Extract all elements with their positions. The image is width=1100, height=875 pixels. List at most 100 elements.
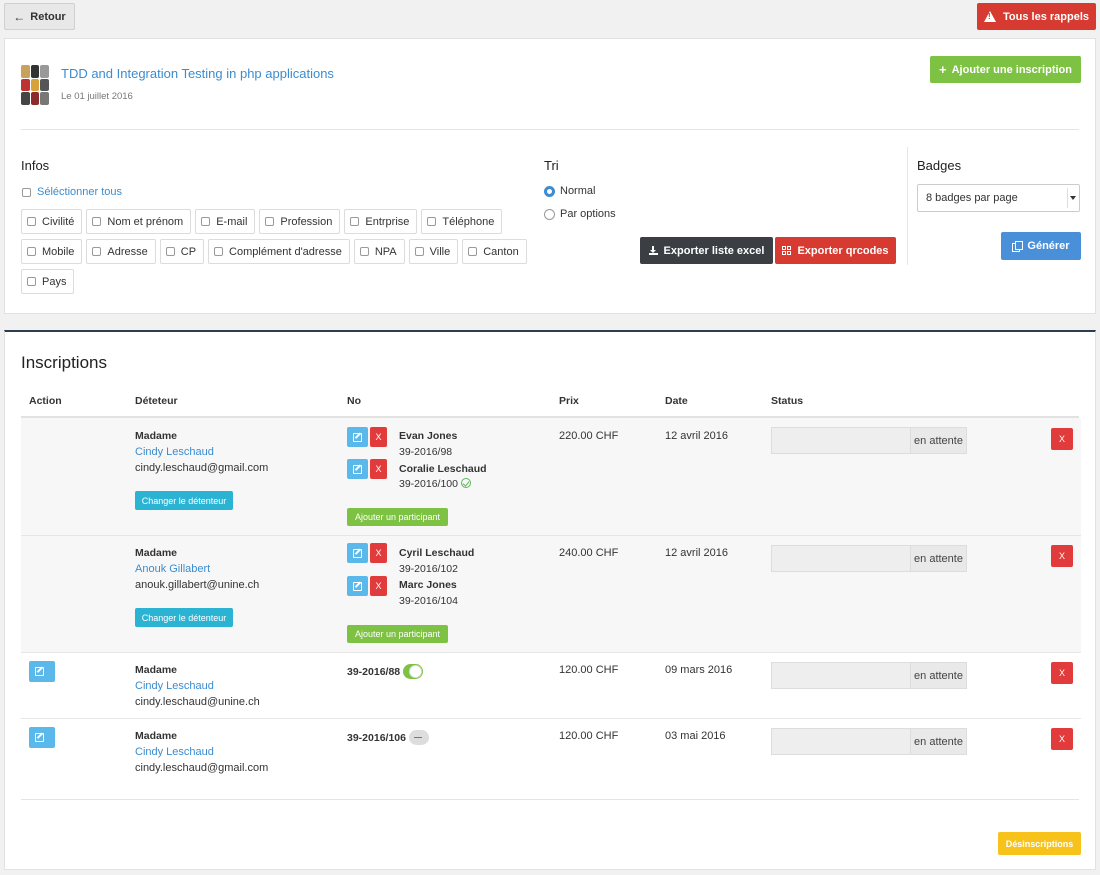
status-field[interactable]: en attente — [771, 662, 967, 689]
table-row: Madame Cindy Leschaud cindy.leschaud@gma… — [21, 719, 1081, 785]
inscription-number-wrap: 39-2016/106 — [347, 730, 429, 745]
sort-normal-radio[interactable]: Normal — [544, 185, 595, 197]
select-value: 8 badges par page — [926, 192, 1018, 204]
field-checkbox-telephone[interactable]: Téléphone — [421, 209, 503, 234]
table-row: Madame Anouk Gillabert anouk.gillabert@u… — [21, 536, 1081, 653]
add-participant-button[interactable]: Ajouter un participant — [347, 625, 448, 643]
field-label: Ville — [429, 245, 451, 258]
all-reminders-button[interactable]: Tous les rappels — [977, 3, 1096, 30]
field-label: Civilité — [42, 215, 75, 228]
payed-toggle[interactable] — [408, 730, 429, 745]
payed-toggle[interactable] — [403, 664, 424, 679]
participant-name: Cyril Leschaud — [399, 547, 475, 559]
delete-inscription-button[interactable]: X — [1051, 545, 1073, 567]
generate-badges-button[interactable]: Générer — [1001, 232, 1081, 260]
delete-participant-button[interactable]: X — [370, 427, 387, 447]
sort-options-radio[interactable]: Par options — [544, 208, 616, 220]
export-qrcodes-label: Exporter qrcodes — [797, 244, 889, 257]
status-input[interactable] — [771, 728, 910, 755]
delete-participant-button[interactable]: X — [370, 543, 387, 563]
status-field[interactable]: en attente — [771, 427, 967, 454]
select-all-checkbox[interactable]: Séléctionner tous — [22, 186, 122, 198]
field-label: Nom et prénom — [107, 215, 184, 228]
column-header-status: Status — [771, 395, 804, 407]
qrcode-icon — [782, 246, 792, 255]
badges-per-page-select[interactable]: 8 badges par page — [917, 184, 1080, 212]
checkbox-icon — [27, 247, 36, 256]
participant-name: Evan Jones — [399, 430, 458, 442]
holder-name-link[interactable]: Anouk Gillabert — [135, 563, 210, 575]
holder-name-link[interactable]: Cindy Leschaud — [135, 446, 214, 458]
field-checkbox-pays[interactable]: Pays — [21, 269, 75, 294]
radio-label: Normal — [560, 185, 596, 197]
add-inscription-button[interactable]: + Ajouter une inscription — [930, 56, 1081, 83]
field-checkbox-entreprise[interactable]: Entrprise — [344, 209, 418, 234]
field-label: E-mail — [216, 215, 248, 228]
column-header-prix: Prix — [559, 395, 579, 407]
inscriptions-title: Inscriptions — [21, 353, 107, 372]
checkbox-icon — [265, 217, 275, 226]
badges-heading: Badges — [917, 158, 962, 173]
field-checkbox-profession[interactable]: Profession — [259, 209, 341, 234]
field-checkbox-canton[interactable]: Canton — [462, 239, 527, 264]
field-checkbox-adresse[interactable]: Adresse — [86, 239, 156, 264]
field-checkbox-complement[interactable]: Complément d'adresse — [208, 239, 350, 264]
add-participant-button[interactable]: Ajouter un participant — [347, 508, 448, 526]
field-checkbox-email[interactable]: E-mail — [195, 209, 256, 234]
delete-participant-button[interactable]: X — [370, 459, 387, 479]
price: 120.00 CHF — [559, 730, 619, 742]
date: 03 mai 2016 — [665, 730, 726, 742]
inscription-number-wrap: 39-2016/88 — [347, 664, 424, 679]
delete-participant-button[interactable]: X — [370, 576, 387, 596]
edit-inscription-button[interactable] — [29, 661, 55, 682]
status-input[interactable] — [771, 427, 910, 454]
change-holder-button[interactable]: Changer le détenteur — [135, 608, 233, 627]
edit-participant-button[interactable] — [347, 576, 368, 596]
holder-email: anouk.gillabert@unine.ch — [135, 579, 260, 591]
participant-name: Coralie Leschaud — [399, 463, 487, 475]
delete-inscription-button[interactable]: X — [1051, 728, 1073, 750]
checkbox-icon — [350, 217, 360, 226]
colloque-title[interactable]: TDD and Integration Testing in php appli… — [61, 66, 334, 81]
export-excel-button[interactable]: Exporter liste excel — [640, 237, 773, 264]
colloque-logo — [21, 65, 49, 105]
export-qrcodes-button[interactable]: Exporter qrcodes — [775, 237, 896, 264]
status-label: en attente — [910, 545, 967, 572]
back-button[interactable]: ← Retour — [4, 3, 75, 30]
edit-inscription-button[interactable] — [29, 727, 55, 748]
holder-name-link[interactable]: Cindy Leschaud — [135, 680, 214, 692]
edit-participant-button[interactable] — [347, 427, 368, 447]
status-field[interactable]: en attente — [771, 545, 967, 572]
delete-inscription-button[interactable]: X — [1051, 662, 1073, 684]
holder-name-link[interactable]: Cindy Leschaud — [135, 746, 214, 758]
unsubscriptions-button[interactable]: Désinscriptions — [998, 832, 1081, 855]
column-header-date: Date — [665, 395, 688, 407]
status-input[interactable] — [771, 545, 910, 572]
field-checkbox-civilite[interactable]: Civilité — [21, 209, 83, 234]
back-label: Retour — [30, 10, 66, 23]
field-checkbox-npa[interactable]: NPA — [353, 239, 405, 264]
status-input[interactable] — [771, 662, 910, 689]
field-checkbox-nom[interactable]: Nom et prénom — [86, 209, 192, 234]
field-checkbox-mobile[interactable]: Mobile — [21, 239, 83, 264]
delete-inscription-button[interactable]: X — [1051, 428, 1073, 450]
holder-email: cindy.leschaud@gmail.com — [135, 762, 269, 774]
change-holder-button[interactable]: Changer le détenteur — [135, 491, 233, 510]
field-label: Mobile — [42, 245, 75, 258]
edit-participant-button[interactable] — [347, 543, 368, 563]
field-label: Profession — [280, 215, 333, 228]
civilite: Madame — [135, 430, 178, 442]
field-checkbox-cp[interactable]: CP — [159, 239, 205, 264]
field-checkbox-ville[interactable]: Ville — [408, 239, 459, 264]
field-label: Complément d'adresse — [229, 245, 342, 258]
checkbox-icon — [468, 247, 478, 256]
export-excel-label: Exporter liste excel — [663, 244, 765, 257]
download-icon — [648, 246, 658, 255]
status-field[interactable]: en attente — [771, 728, 967, 755]
edit-participant-button[interactable] — [347, 459, 368, 479]
field-label: Entrprise — [365, 215, 410, 228]
price: 220.00 CHF — [559, 430, 619, 442]
participant-number-wrap: 39-2016/100 — [399, 478, 471, 490]
civilite: Madame — [135, 730, 178, 742]
inscription-number: 39-2016/88 — [347, 666, 401, 678]
